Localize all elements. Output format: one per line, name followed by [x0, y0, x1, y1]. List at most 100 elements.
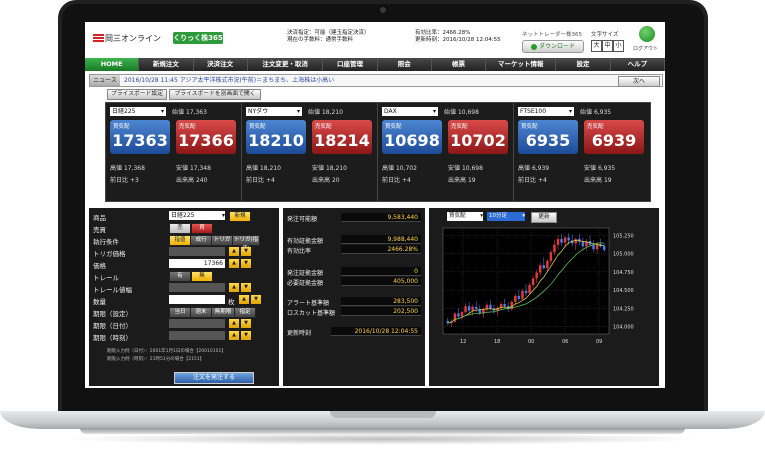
- order-form: 商品 日経225 ▾ 新規 売買 売 買 執行条件 指値 成行 トリガ トリガ(指…: [89, 208, 279, 386]
- quote-symbol: FTSE100: [520, 108, 547, 115]
- product-select[interactable]: 日経225 ▾: [169, 211, 225, 220]
- price-board-settings-button[interactable]: プライスボード設定: [107, 89, 167, 100]
- bid-button[interactable]: 買気配 10698: [382, 120, 442, 154]
- chart-side-select[interactable]: 買気配 ▾: [447, 212, 483, 221]
- nav-new-order[interactable]: 新規注文: [139, 58, 194, 71]
- chart-candle: [471, 306, 474, 311]
- chart-candle: [489, 304, 492, 309]
- exec-trigger[interactable]: トリガ: [211, 235, 233, 246]
- quote-symbol-select[interactable]: FTSE100 ▾: [518, 107, 574, 116]
- time-up-icon[interactable]: ▲: [229, 331, 239, 340]
- trigger-down-icon[interactable]: ▼: [241, 247, 251, 256]
- price-up-icon[interactable]: ▲: [229, 259, 239, 268]
- settlement-info: 決済指定：可能（建玉指定決済） 現在の手数料：通常手数料: [287, 30, 370, 44]
- qty-up-icon[interactable]: ▲: [239, 295, 249, 304]
- qty-down-icon[interactable]: ▼: [251, 295, 261, 304]
- nav-settle-order[interactable]: 決済注文: [194, 58, 248, 71]
- update-time: 更新時刻：2016/10/28 12:04:55: [415, 37, 501, 43]
- quote-symbol-select[interactable]: 日経225 ▾: [110, 107, 166, 116]
- trigger-up-icon[interactable]: ▲: [229, 247, 239, 256]
- exec-trigger-limit[interactable]: トリガ(指値): [232, 235, 260, 252]
- chart-candle: [538, 265, 542, 273]
- quote-low: 安値 17,348: [176, 163, 211, 172]
- quote-low-value: 18,210: [325, 165, 347, 172]
- quote-high-label: 高値: [518, 165, 531, 172]
- period-indefinite[interactable]: 無期限: [211, 307, 235, 318]
- exec-limit[interactable]: 指値: [169, 235, 191, 246]
- date-down-icon[interactable]: ▼: [241, 319, 251, 328]
- nav-modify-cancel[interactable]: 注文変更・取消: [248, 58, 324, 71]
- quote-symbol: DAX: [384, 108, 397, 115]
- nav-reports[interactable]: 帳票: [432, 58, 487, 71]
- chart-candle: [560, 238, 563, 243]
- qty-input[interactable]: [169, 295, 225, 304]
- price-board-open-button[interactable]: プライスボードを別画面で開く: [169, 89, 261, 100]
- quote-symbol-select[interactable]: NYダウ ▾: [246, 107, 302, 116]
- nav-settings[interactable]: 設定: [556, 58, 611, 71]
- quote-change-label: 前日比: [382, 177, 401, 184]
- nav-market-info[interactable]: マーケット情報: [486, 58, 557, 71]
- bid-button[interactable]: 買気配 6935: [518, 120, 578, 154]
- sell-button[interactable]: 売: [169, 223, 191, 234]
- ask-button[interactable]: 売気配 10702: [448, 120, 508, 154]
- app-header: 岡三オンライン くりっく株365 決済指定：可能（建玉指定決済） 現在の手数料：…: [85, 22, 665, 58]
- quote-open: 始値 17,363: [172, 107, 207, 116]
- price-chart[interactable]: 105.250 105.000 104.750 104.500 104.250 104.0…: [431, 224, 657, 350]
- trail-down-icon[interactable]: ▼: [241, 283, 251, 292]
- period-time-input[interactable]: [169, 331, 225, 340]
- period-date-label: 期限（日付）: [93, 322, 132, 330]
- quote-high-label: 高値: [110, 165, 123, 172]
- quote-panel: 日経225 ▾ 始値 17,363 買気配 17363 売気配 17366 高値 17…: [105, 102, 243, 202]
- ask-button[interactable]: 売気配 6939: [584, 120, 644, 154]
- ask-button[interactable]: 売気配 17366: [176, 120, 236, 154]
- trail-on[interactable]: 有: [169, 271, 191, 282]
- news-headline[interactable]: 2016/10/28 11:45 アジア太平洋株式市況(午前)＝まちまち、上海株…: [124, 75, 334, 86]
- nav-inquiry[interactable]: 照会: [378, 58, 432, 71]
- account-label-5: アラート基準額: [287, 300, 330, 307]
- bid-button[interactable]: 買気配 18210: [246, 120, 306, 154]
- news-next-button[interactable]: 次へ: [618, 76, 660, 87]
- exec-market[interactable]: 成行: [190, 235, 212, 246]
- trail-off[interactable]: 無: [191, 271, 213, 282]
- ask-label: 売気配: [315, 124, 332, 130]
- quote-symbol-select[interactable]: DAX ▾: [382, 107, 438, 116]
- trail-width-input[interactable]: [169, 283, 225, 292]
- quote-low-label: 安値: [176, 165, 189, 172]
- trigger-price-input[interactable]: [169, 247, 225, 256]
- nav-help[interactable]: ヘルプ: [611, 58, 665, 71]
- chart-refresh-button[interactable]: 更新: [531, 212, 557, 223]
- date-up-icon[interactable]: ▲: [229, 319, 239, 328]
- buy-button[interactable]: 買: [191, 223, 213, 234]
- period-date-input[interactable]: [169, 319, 225, 328]
- logout-label: ログアウト: [633, 46, 659, 52]
- font-size-large[interactable]: 大: [591, 40, 602, 52]
- download-button[interactable]: ダウンロード: [522, 40, 584, 53]
- chart-candle: [546, 260, 549, 269]
- period-today[interactable]: 当日: [169, 307, 191, 318]
- chart-candle: [581, 241, 585, 247]
- period-specify[interactable]: 指定: [234, 307, 256, 318]
- font-size-small[interactable]: 小: [613, 40, 624, 52]
- chart-candle: [467, 306, 471, 311]
- nav-home[interactable]: HOME: [85, 58, 140, 71]
- power-icon[interactable]: [639, 26, 655, 42]
- trail-up-icon[interactable]: ▲: [229, 283, 239, 292]
- chart-x-tick: 18: [494, 339, 500, 345]
- price-down-icon[interactable]: ▼: [241, 259, 251, 268]
- quote-volume: 出来高 240: [176, 175, 207, 184]
- ask-price: 10702: [450, 131, 506, 150]
- font-size-medium[interactable]: 中: [602, 40, 613, 52]
- bid-label: 買気配: [249, 124, 266, 130]
- chart-candle: [553, 244, 556, 253]
- period-weekend[interactable]: 週末: [190, 307, 212, 318]
- ask-button[interactable]: 売気配 18214: [312, 120, 372, 154]
- chevron-down-icon: ▾: [522, 213, 525, 219]
- nav-account[interactable]: 口座管理: [323, 58, 378, 71]
- price-input[interactable]: 17366: [169, 259, 225, 268]
- submit-order-button[interactable]: 注文を発注する: [174, 372, 254, 384]
- chart-interval-select[interactable]: 10分足 ▾: [487, 212, 525, 221]
- camera: [380, 7, 386, 13]
- quote-open-value: 10,698: [457, 109, 479, 116]
- bid-button[interactable]: 買気配 17363: [110, 120, 170, 154]
- time-down-icon[interactable]: ▼: [241, 331, 251, 340]
